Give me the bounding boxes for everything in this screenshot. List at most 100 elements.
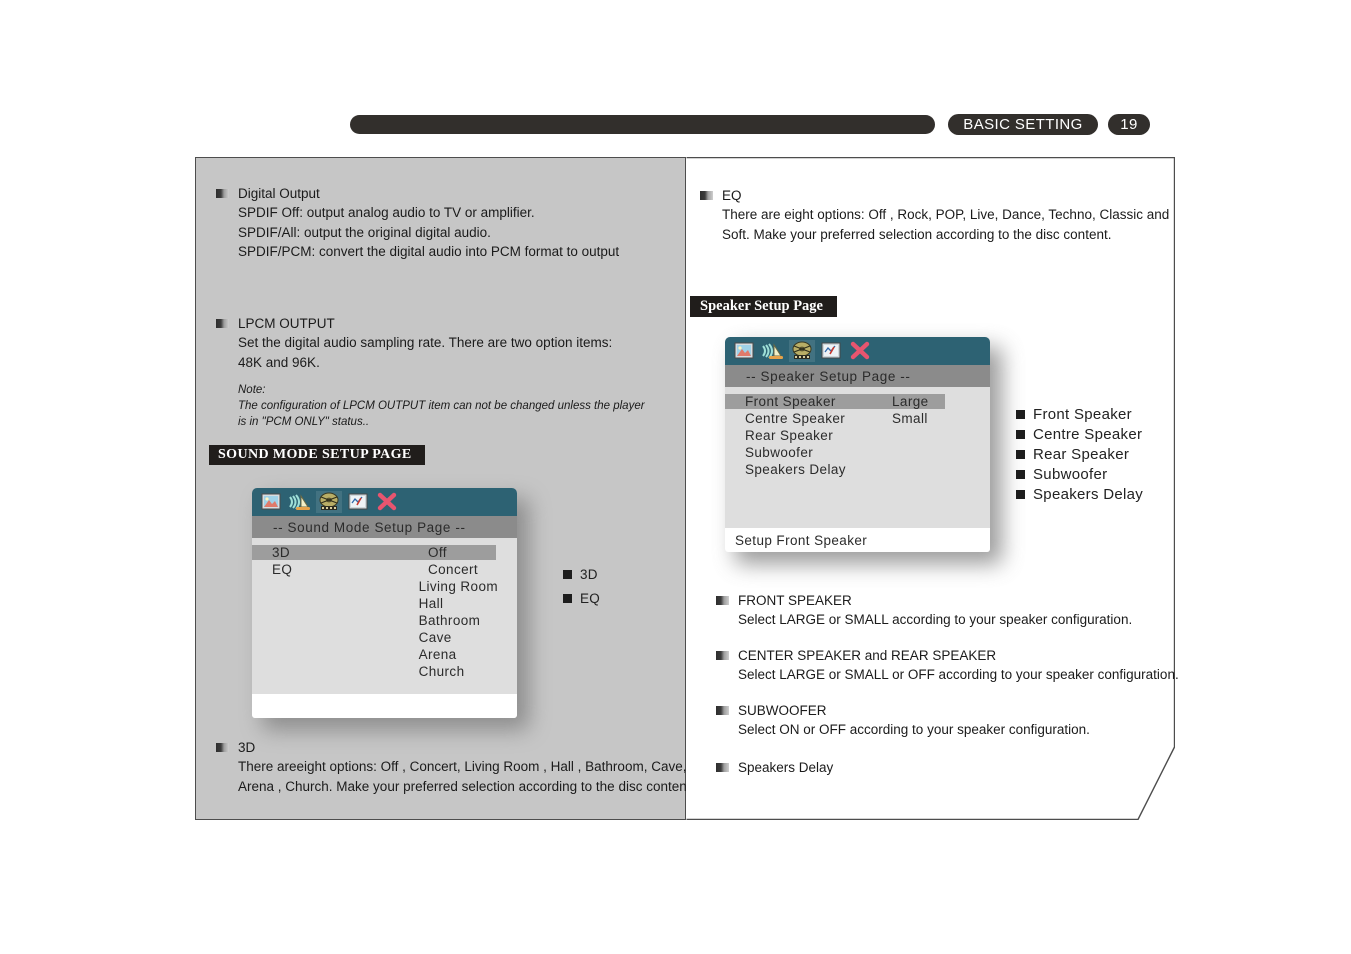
callout-label: Speakers Delay [1033,485,1144,503]
callout-label: 3D [580,566,598,582]
osd-row: Living Room [252,578,517,595]
osd-option-hall[interactable]: Hall [414,596,517,611]
osd-item-centre-speaker[interactable]: Centre Speaker [725,411,870,426]
osd-icon-bar [252,488,517,516]
osd-icon-bar [725,337,990,365]
osd-option-small[interactable]: Small [870,411,945,426]
digital-output-line-2: SPDIF/All: output the original digital a… [238,224,491,240]
osd-option-church[interactable]: Church [414,664,517,679]
osd-option-bathroom[interactable]: Bathroom [414,613,517,628]
page-number-badge: 19 [1108,114,1150,135]
osd-option-living-room[interactable]: Living Room [414,579,517,594]
film-reel-icon[interactable] [316,491,342,513]
osd-item-front-speaker[interactable]: Front Speaker [725,394,870,409]
callout-item: Speakers Delay [1016,484,1143,504]
osd-row: Cave [252,629,517,646]
threed-heading: 3D [238,740,256,755]
callout-label: EQ [580,590,601,606]
sound-osd-body: 3D Off EQ Concert Living Room Hall Bathr… [252,538,517,694]
osd-item-speakers-delay[interactable]: Speakers Delay [725,462,885,477]
callout-square-icon [563,569,572,579]
callout-label: Centre Speaker [1033,425,1143,443]
digital-output-line-1: SPDIF Off: output analog audio to TV or … [238,205,535,220]
subwoofer-line-1: Select ON or OFF according to your speak… [738,722,1090,737]
sound-osd-footer [252,694,517,718]
eq-line-1: There are eight options: Off , Rock, POP… [722,207,1170,222]
osd-option-arena[interactable]: Arena [414,647,517,662]
bullet-square-icon [716,651,729,660]
speaker-icon[interactable] [760,340,786,362]
osd-item-3d[interactable]: 3D [252,545,423,560]
front-speaker-block: FRONT SPEAKER Select LARGE or SMALL acco… [716,591,1132,630]
header-section-label: BASIC SETTING [948,114,1098,135]
note-label: Note: [238,384,266,396]
lpcm-output-block: LPCM OUTPUT Set the digital audio sampli… [216,314,612,372]
callout-square-icon [1016,449,1025,459]
threed-line-2: Arena , Church. Make your preferred sele… [238,778,695,794]
callout-item: 3D [563,562,600,586]
bullet-square-icon [700,191,713,200]
osd-row: Hall [252,595,517,612]
callout-square-icon [1016,469,1025,479]
speaker-setup-page-chip: Speaker Setup Page [690,296,837,317]
osd-row: Church [252,663,517,680]
osd-item-eq[interactable]: EQ [252,562,423,577]
close-x-icon[interactable] [847,340,873,362]
sound-mode-osd-window: -- Sound Mode Setup Page -- 3D Off EQ Co… [252,488,529,730]
preferences-icon[interactable] [818,340,844,362]
osd-row: 3D Off [252,544,517,561]
threed-block: 3D There areeight options: Off , Concert… [216,738,694,796]
subwoofer-block: SUBWOOFER Select ON or OFF according to … [716,701,1090,740]
sound-mode-setup-page-chip: SOUND MODE SETUP PAGE [209,445,425,465]
front-speaker-heading-row: FRONT SPEAKER [716,591,1132,610]
speakers-delay-block: Speakers Delay [716,758,833,777]
page-header: BASIC SETTING 19 [350,114,1150,136]
callout-item: Front Speaker [1016,404,1143,424]
eq-block: EQ There are eight options: Off , Rock, … [700,186,1169,244]
osd-row: Bathroom [252,612,517,629]
osd-item-rear-speaker[interactable]: Rear Speaker [725,428,870,443]
sound-mode-callout-list: 3D EQ [563,562,600,610]
digital-output-heading: Digital Output [238,186,320,201]
sound-osd-title: -- Sound Mode Setup Page -- [252,516,517,538]
osd-row: Centre Speaker Small [725,410,990,427]
bullet-square-icon [716,763,729,772]
eq-heading-row: EQ [700,186,1169,205]
osd-option-concert[interactable]: Concert [423,562,496,577]
digital-output-block: Digital Output SPDIF Off: output analog … [216,184,619,262]
osd-item-subwoofer[interactable]: Subwoofer [725,445,870,460]
callout-item: EQ [563,586,600,610]
digital-output-heading-row: Digital Output [216,184,619,203]
callout-square-icon [1016,429,1025,439]
bullet-square-icon [216,743,229,752]
callout-item: Centre Speaker [1016,424,1143,444]
osd-option-large[interactable]: Large [870,394,945,409]
note-line-2: is in "PCM ONLY" status.. [238,416,370,428]
osd-row: Speakers Delay [725,461,990,478]
callout-square-icon [1016,409,1025,419]
lpcm-note-block: Note: The configuration of LPCM OUTPUT i… [216,382,645,430]
picture-icon[interactable] [258,491,284,513]
speaker-setup-osd-window: -- Speaker Setup Page -- Front Speaker L… [725,337,1002,564]
callout-label: Rear Speaker [1033,445,1130,463]
threed-line-1: There areeight options: Off , Concert, L… [238,759,687,774]
picture-icon[interactable] [731,340,757,362]
threed-heading-row: 3D [216,738,694,757]
center-rear-speaker-block: CENTER SPEAKER and REAR SPEAKER Select L… [716,646,1179,685]
preferences-icon[interactable] [345,491,371,513]
film-reel-icon[interactable] [789,340,815,362]
speaker-setup-osd: -- Speaker Setup Page -- Front Speaker L… [725,337,990,552]
header-rule [350,115,935,134]
speaker-icon[interactable] [287,491,313,513]
close-x-icon[interactable] [374,491,400,513]
osd-row: Rear Speaker [725,427,990,444]
osd-option-cave[interactable]: Cave [414,630,517,645]
speakers-delay-heading: Speakers Delay [738,760,834,775]
center-rear-speaker-line-1: Select LARGE or SMALL or OFF according t… [738,667,1179,682]
osd-option-off[interactable]: Off [423,545,496,560]
front-speaker-heading: FRONT SPEAKER [738,593,852,608]
eq-line-2: Soft. Make your preferred selection acco… [722,226,1112,242]
callout-item: Subwoofer [1016,464,1143,484]
center-rear-speaker-heading-row: CENTER SPEAKER and REAR SPEAKER [716,646,1179,665]
subwoofer-heading: SUBWOOFER [738,703,827,718]
